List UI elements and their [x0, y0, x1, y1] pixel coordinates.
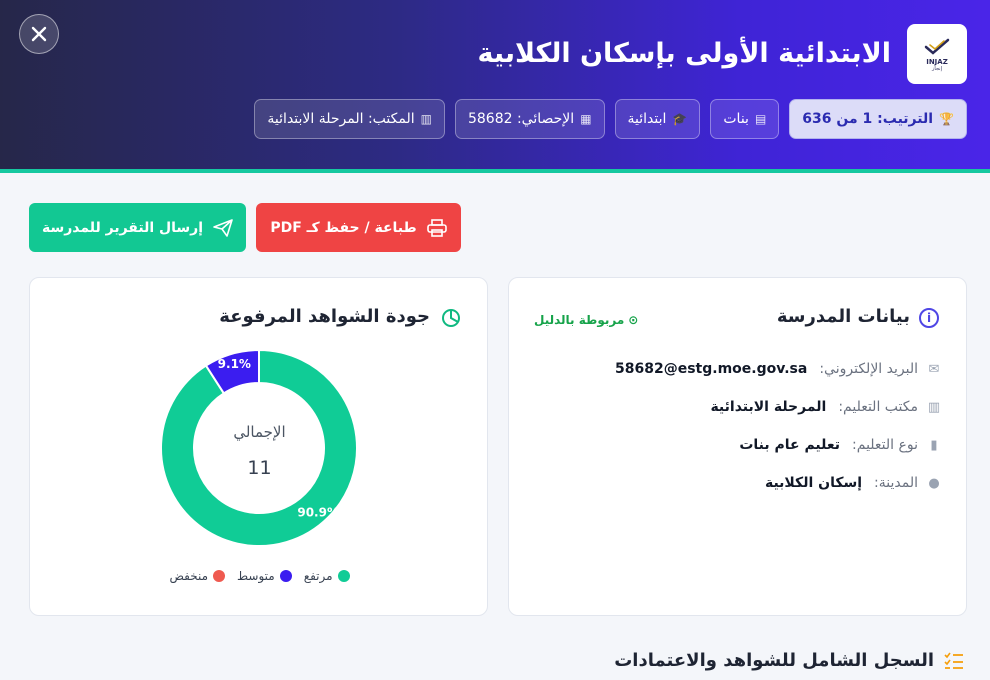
- legend-label-high: مرتفع: [303, 569, 333, 583]
- office-chip-label: المكتب: المرحلة الابتدائية: [267, 111, 415, 127]
- send-button-label: إرسال التقرير للمدرسة: [41, 219, 204, 236]
- building-icon: ▥: [927, 399, 941, 415]
- quality-chart-card: جودة الشواهد المرفوعة 90.9% 9.1% الإجمالي…: [29, 277, 488, 616]
- chart-pie-icon: [442, 309, 460, 327]
- page-header: [0, 0, 990, 169]
- donut-data-label-1: 9.1%: [218, 357, 251, 371]
- donut-data-label-0: 90.9%: [297, 505, 339, 519]
- logo-text: INJAZ: [926, 57, 948, 66]
- stat-id-chip: ▦ الإحصائي: 58682: [454, 99, 605, 139]
- rank-chip-label: الترتيب: 1 من 636: [802, 111, 934, 127]
- check-circle-icon: ⊙: [628, 313, 639, 327]
- send-report-button[interactable]: إرسال التقرير للمدرسة: [29, 203, 246, 252]
- type-label: نوع التعليم:: [852, 437, 918, 453]
- stage-chip-label: ابتدائية: [627, 111, 667, 127]
- linked-badge: ⊙ مربوطة بالدليل: [534, 313, 638, 327]
- legend-item-low: منخفض: [169, 569, 226, 583]
- trophy-icon: 🏆: [939, 112, 954, 126]
- school-chips: 🏆 الترتيب: 1 من 636 ▤ بنات 🎓 ابتدائية ▦ …: [254, 99, 967, 139]
- gender-chip: ▤ بنات: [710, 99, 780, 139]
- school-logo: INJAZ إنجاز: [907, 24, 967, 84]
- building-icon: ▥: [420, 112, 432, 126]
- legend-item-medium: متوسط: [237, 569, 292, 583]
- linked-badge-label: مربوطة بالدليل: [534, 313, 625, 327]
- info-icon: i: [919, 308, 939, 328]
- location-pin-icon: ●: [928, 475, 940, 491]
- print-button-label: طباعة / حفظ كـ PDF: [270, 219, 417, 236]
- legend-dot-medium: [279, 570, 292, 582]
- hash-icon: ▦: [580, 112, 592, 126]
- header-accent-line: [0, 169, 990, 173]
- office-chip: ▥ المكتب: المرحلة الابتدائية: [254, 99, 445, 139]
- info-row-email: ✉ البريد الإلكتروني: 58682@estg.moe.gov.…: [615, 357, 942, 381]
- rank-chip: 🏆 الترتيب: 1 من 636: [789, 99, 967, 139]
- legend-label-low: منخفض: [169, 569, 209, 583]
- list-check-icon: [944, 652, 963, 669]
- donut-center-value: 11: [247, 457, 272, 479]
- id-icon: ▤: [754, 112, 767, 126]
- close-button[interactable]: [19, 14, 59, 54]
- school-info-card: i بيانات المدرسة ⊙ مربوطة بالدليل ✉ البر…: [508, 277, 967, 616]
- email-value: 58682@estg.moe.gov.sa: [615, 361, 808, 377]
- city-value: إسكان الكلابية: [764, 475, 863, 491]
- legend-dot-low: [213, 570, 226, 582]
- gender-chip-label: بنات: [723, 111, 749, 127]
- books-icon: ▮: [930, 437, 938, 453]
- checkmark-logo-icon: [924, 38, 950, 55]
- office-value: المرحلة الابتدائية: [710, 399, 827, 415]
- record-section-title: السجل الشامل للشواهد والاعتمادات: [614, 650, 934, 671]
- city-label: المدينة:: [874, 475, 918, 491]
- stage-chip: 🎓 ابتدائية: [614, 99, 701, 139]
- legend-label-medium: متوسط: [237, 569, 275, 583]
- donut-chart-area: 90.9% 9.1%: [160, 348, 358, 547]
- printer-icon: [426, 218, 447, 237]
- chart-legend: مرتفع متوسط منخفض: [30, 569, 489, 583]
- close-icon: [31, 26, 47, 42]
- office-label: مكتب التعليم:: [838, 399, 918, 415]
- info-row-type: ▮ نوع التعليم: تعليم عام بنات: [739, 433, 942, 457]
- paper-plane-icon: [213, 218, 233, 237]
- envelope-icon: ✉: [928, 361, 940, 377]
- page-title: الابتدائية الأولى بإسكان الكلابية: [477, 38, 891, 69]
- donut-center-label: الإجمالي: [233, 423, 286, 441]
- email-label: البريد الإلكتروني:: [819, 361, 918, 377]
- legend-item-high: مرتفع: [304, 569, 350, 583]
- info-row-city: ● المدينة: إسكان الكلابية: [765, 471, 942, 495]
- stat-id-chip-label: الإحصائي: 58682: [467, 111, 575, 127]
- school-info-title: بيانات المدرسة: [776, 306, 910, 327]
- donut-chart: 90.9% 9.1%: [160, 348, 358, 547]
- quality-title: جودة الشواهد المرفوعة: [219, 306, 430, 327]
- info-row-office: ▥ مكتب التعليم: المرحلة الابتدائية: [710, 395, 942, 419]
- legend-dot-high: [337, 570, 350, 582]
- type-value: تعليم عام بنات: [739, 437, 841, 453]
- logo-subtext: إنجاز: [932, 65, 942, 72]
- graduation-cap-icon: 🎓: [672, 112, 688, 126]
- print-button[interactable]: طباعة / حفظ كـ PDF: [256, 203, 461, 252]
